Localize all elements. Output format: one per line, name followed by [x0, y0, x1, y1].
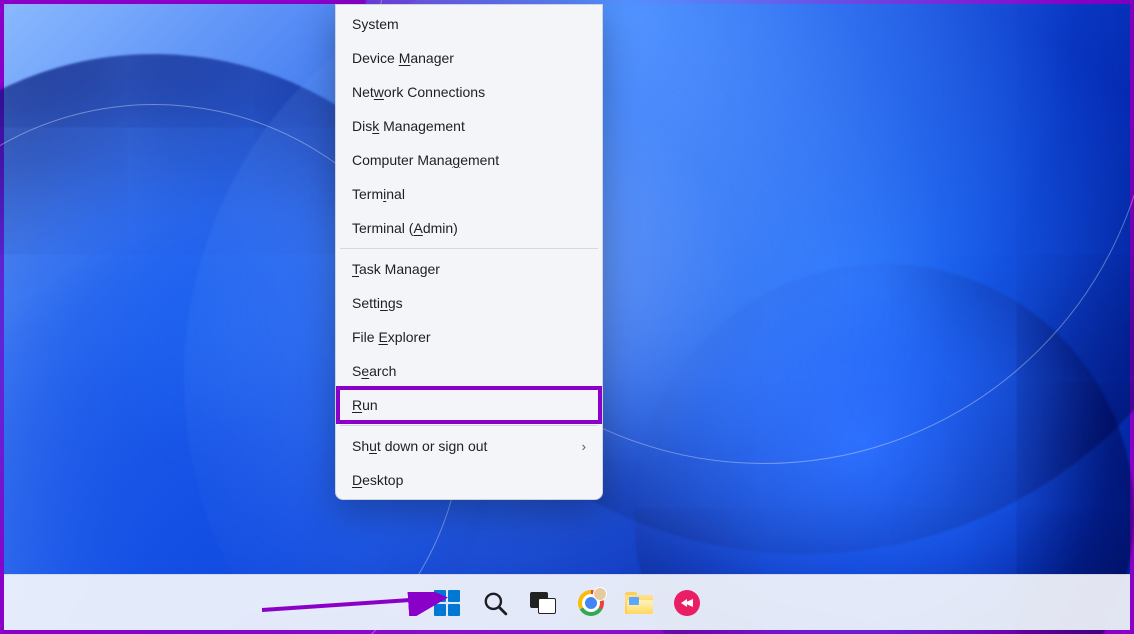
menu-item-label: Terminal (Admin)	[352, 220, 458, 236]
menu-item-label: Network Connections	[352, 84, 485, 100]
start-button[interactable]	[433, 589, 461, 617]
menu-item-label: Disk Management	[352, 118, 465, 134]
menu-item-label: System	[352, 16, 399, 32]
pink-app-icon	[674, 590, 700, 616]
menu-item-label: Device Manager	[352, 50, 454, 66]
menu-item-run[interactable]: Run	[338, 388, 600, 422]
menu-item-label: Task Manager	[352, 261, 440, 277]
pink-app-button[interactable]	[673, 589, 701, 617]
menu-item-disk-management[interactable]: Disk Management	[338, 109, 600, 143]
file-explorer-button[interactable]	[625, 589, 653, 617]
file-explorer-icon	[625, 592, 653, 614]
chrome-button[interactable]	[577, 589, 605, 617]
menu-item-label: Computer Management	[352, 152, 499, 168]
winx-context-menu: System Device Manager Network Connections D…	[335, 4, 603, 500]
menu-item-desktop[interactable]: Desktop	[338, 463, 600, 497]
menu-item-label: Run	[352, 397, 378, 413]
menu-item-terminal[interactable]: Terminal	[338, 177, 600, 211]
task-view-button[interactable]	[529, 589, 557, 617]
search-icon	[482, 590, 508, 616]
menu-separator	[340, 248, 598, 249]
task-view-icon	[530, 592, 556, 614]
menu-item-label: Settings	[352, 295, 403, 311]
menu-item-system[interactable]: System	[338, 7, 600, 41]
menu-item-network-connections[interactable]: Network Connections	[338, 75, 600, 109]
search-button[interactable]	[481, 589, 509, 617]
menu-item-terminal-admin[interactable]: Terminal (Admin)	[338, 211, 600, 245]
chrome-icon	[578, 590, 604, 616]
menu-item-label: Terminal	[352, 186, 405, 202]
menu-item-task-manager[interactable]: Task Manager	[338, 252, 600, 286]
menu-item-file-explorer[interactable]: File Explorer	[338, 320, 600, 354]
menu-item-settings[interactable]: Settings	[338, 286, 600, 320]
menu-item-label: Shut down or sign out	[352, 438, 487, 454]
chevron-right-icon: ›	[582, 439, 586, 454]
menu-item-shut-down-or-sign-out[interactable]: Shut down or sign out ›	[338, 429, 600, 463]
menu-item-device-manager[interactable]: Device Manager	[338, 41, 600, 75]
menu-separator	[340, 425, 598, 426]
menu-item-label: Desktop	[352, 472, 403, 488]
menu-item-label: File Explorer	[352, 329, 431, 345]
menu-item-computer-management[interactable]: Computer Management	[338, 143, 600, 177]
windows-logo-icon	[434, 590, 460, 616]
taskbar	[4, 574, 1130, 630]
menu-item-search[interactable]: Search	[338, 354, 600, 388]
menu-item-label: Search	[352, 363, 396, 379]
